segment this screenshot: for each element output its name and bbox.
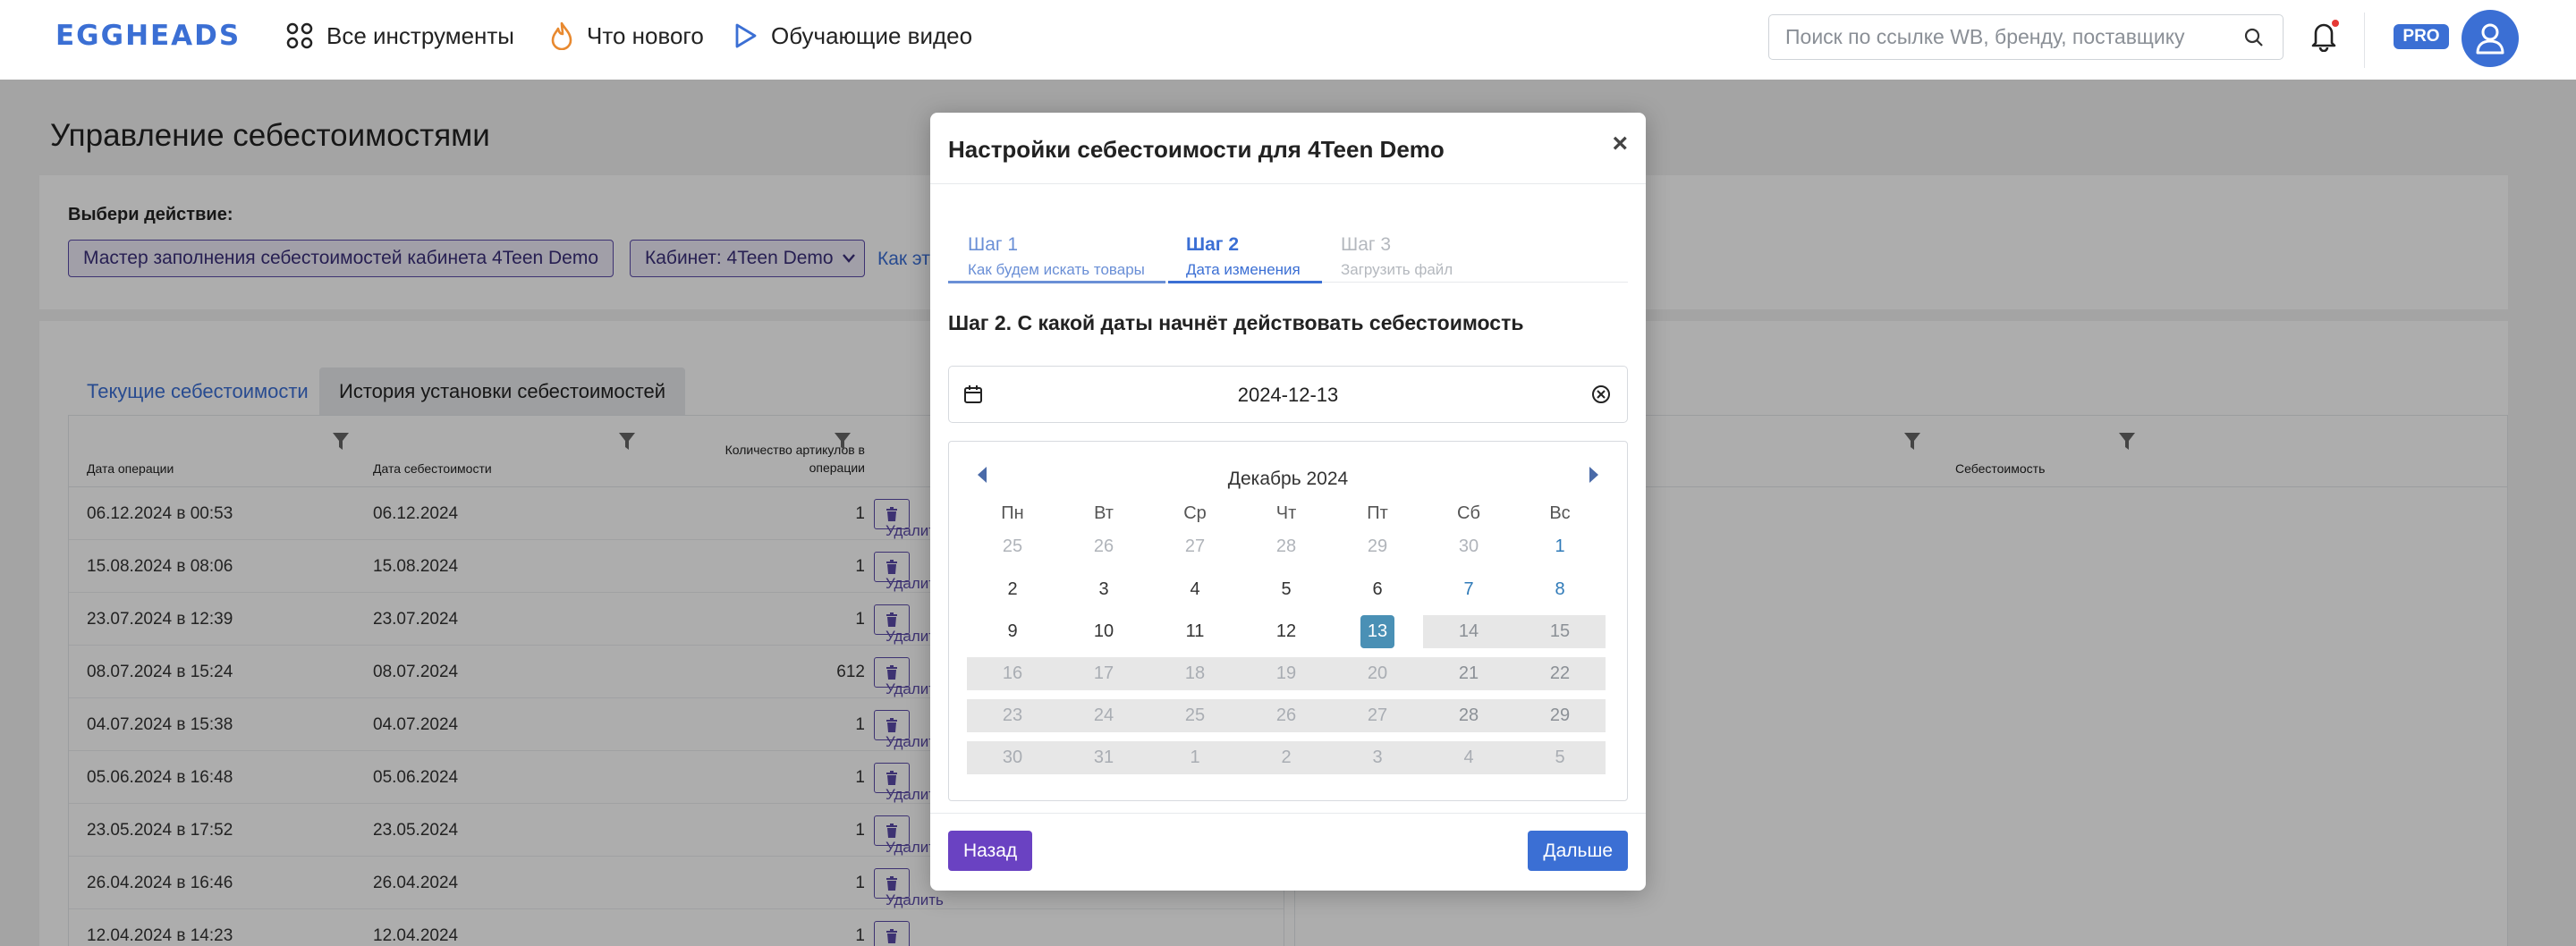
calendar-day: 30: [1458, 536, 1479, 556]
calendar-day: 28: [1423, 699, 1514, 732]
calendar-day: 31: [1058, 741, 1149, 774]
weekday-label: Пт: [1367, 503, 1388, 523]
calendar-day: 28: [1275, 536, 1297, 556]
calendar-day[interactable]: 6: [1332, 573, 1423, 606]
step-2-subtitle: Дата изменения: [1186, 261, 1301, 278]
weekday-label: Вс: [1549, 503, 1571, 523]
calendar-day[interactable]: 5: [1241, 573, 1332, 606]
calendar-day: 21: [1423, 657, 1514, 690]
calendar-day: 20: [1332, 657, 1423, 690]
weekday-label: Сб: [1457, 503, 1480, 523]
nav-whats-new[interactable]: Что нового: [549, 21, 704, 50]
calendar-day: 29: [1514, 699, 1606, 732]
calendar-day[interactable]: 4: [1149, 573, 1241, 606]
calendar-day: 14: [1423, 615, 1514, 648]
step-1-underline: [948, 281, 1165, 283]
calendar-day: 30: [967, 741, 1058, 774]
calendar-day: 23: [967, 699, 1058, 732]
selected-day[interactable]: 13: [1360, 615, 1394, 648]
calendar-day: 26: [1093, 536, 1114, 556]
search-box: [1768, 14, 2284, 60]
step-2[interactable]: Шаг 2 Дата изменения: [1166, 229, 1301, 283]
divider: [2364, 13, 2365, 68]
pro-badge[interactable]: PRO: [2394, 24, 2449, 49]
calendar-day[interactable]: 11: [1149, 615, 1241, 648]
weekday-label: Пн: [1001, 503, 1024, 523]
stepper: Шаг 1 Как будем искать товары Шаг 2 Дата…: [948, 229, 1628, 283]
calendar-day: 25: [1002, 536, 1023, 556]
weekday-label: Вт: [1094, 503, 1114, 523]
calendar-day[interactable]: 7: [1423, 573, 1514, 606]
nav-training-videos-label: Обучающие видео: [771, 21, 973, 49]
modal-title: Настройки себестоимости для 4Teen Demo: [948, 136, 1445, 163]
calendar-day[interactable]: 3: [1058, 573, 1149, 606]
calendar-day[interactable]: 9: [967, 615, 1058, 648]
weekday-label: Чт: [1275, 503, 1297, 523]
step-1-title: Шаг 1: [968, 234, 1019, 255]
avatar[interactable]: [2462, 10, 2519, 67]
calendar-day: 3: [1332, 741, 1423, 774]
step-2-title: Шаг 2: [1186, 234, 1240, 255]
calendar-day[interactable]: 2: [967, 573, 1058, 606]
nav-training-videos[interactable]: Обучающие видео: [732, 21, 972, 50]
calendar-day: 16: [967, 657, 1058, 690]
step-3: Шаг 3 Загрузить файл: [1321, 229, 1453, 283]
calendar-day[interactable]: 8: [1514, 573, 1606, 606]
close-icon[interactable]: ×: [1612, 129, 1628, 159]
nav-all-tools[interactable]: Все инструменты: [285, 21, 514, 50]
calendar-day: 24: [1058, 699, 1149, 732]
modal-header: Настройки себестоимости для 4Teen Demo ×: [930, 113, 1646, 184]
user-icon: [2476, 23, 2504, 55]
calendar-day: 1: [1149, 741, 1241, 774]
top-bar: EGGHEADS Все инструменты Что нового Обуч…: [0, 0, 2576, 80]
back-button[interactable]: Назад: [948, 831, 1033, 871]
nav-whats-new-label: Что нового: [587, 21, 704, 49]
calendar-day: 18: [1149, 657, 1241, 690]
step-3-subtitle: Загрузить файл: [1341, 261, 1453, 278]
calendar-day[interactable]: 10: [1058, 615, 1149, 648]
calendar-day: 2: [1241, 741, 1332, 774]
calendar-day: 22: [1514, 657, 1606, 690]
step-1-subtitle: Как будем искать товары: [968, 261, 1145, 278]
calendar-day-selected[interactable]: 13: [1332, 615, 1423, 648]
nav-all-tools-label: Все инструменты: [326, 21, 514, 49]
calendar-day: 25: [1149, 699, 1241, 732]
calendar-month: Декабрь 2024: [1227, 469, 1349, 489]
date-value: 2024-12-13: [1237, 384, 1339, 406]
step-question: Шаг 2. С какой даты начнёт действовать с…: [948, 311, 1524, 334]
calendar-day: 17: [1058, 657, 1149, 690]
date-input[interactable]: 2024-12-13: [948, 366, 1628, 423]
calendar-day: 27: [1332, 699, 1423, 732]
step-3-title: Шаг 3: [1341, 234, 1392, 255]
grid-icon: [286, 22, 313, 49]
calendar-day[interactable]: 12: [1241, 615, 1332, 648]
play-icon: [735, 23, 757, 48]
calendar-day: 29: [1367, 536, 1388, 556]
clear-icon[interactable]: [1591, 384, 1611, 404]
calendar-day: 15: [1514, 615, 1606, 648]
next-month-icon[interactable]: [1588, 465, 1600, 485]
cost-settings-modal: Настройки себестоимости для 4Teen Demo ×…: [930, 113, 1646, 891]
calendar-day[interactable]: 1: [1514, 530, 1606, 563]
calendar: Декабрь 2024 Пн Вт Ср Чт Пт Сб Вс 25 26 27 28 29 30…: [948, 441, 1628, 801]
step-1[interactable]: Шаг 1 Как будем искать товары: [948, 229, 1145, 283]
calendar-day: 19: [1241, 657, 1332, 690]
calendar-day: 5: [1514, 741, 1606, 774]
search-input[interactable]: [1785, 15, 2233, 59]
calendar-day: 4: [1423, 741, 1514, 774]
weekday-label: Ср: [1183, 503, 1207, 523]
search-icon[interactable]: [2243, 27, 2265, 48]
notifications-button[interactable]: [2310, 20, 2339, 56]
notification-dot: [2332, 20, 2339, 27]
fire-icon: [551, 21, 572, 50]
logo[interactable]: EGGHEADS: [55, 20, 241, 52]
calendar-day: 26: [1241, 699, 1332, 732]
step-2-underline: [1168, 281, 1322, 283]
calendar-day: 27: [1184, 536, 1206, 556]
next-button[interactable]: Дальше: [1528, 831, 1628, 871]
